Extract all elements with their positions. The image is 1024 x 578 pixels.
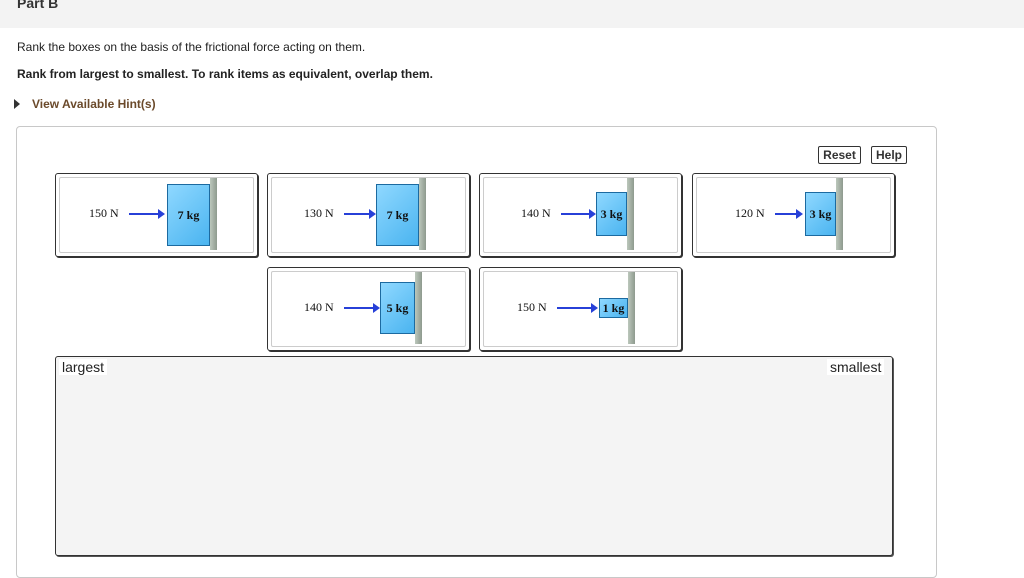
mass-label: 7 kg [386,208,409,222]
applied-force-label: 130 N [304,206,334,220]
mass-label: 1 kg [602,301,625,315]
applied-force-label: 140 N [521,206,551,220]
mass-box: 5 kg [380,282,415,334]
card-inner [696,177,891,253]
rank-item-card[interactable]: 130 N 7 kg [267,173,470,257]
rank-item-card[interactable]: 120 N 3 kg [692,173,895,257]
force-arrow-icon [557,303,598,313]
view-hints-label: View Available Hint(s) [32,97,156,111]
reset-button[interactable]: Reset [818,146,861,164]
force-arrow-icon [344,303,380,313]
expand-triangle-icon [14,99,20,109]
mass-label: 3 kg [809,207,832,221]
rank-item-card[interactable]: 140 N 3 kg [479,173,682,257]
help-button[interactable]: Help [871,146,907,164]
part-title: Part B [17,0,59,11]
applied-force-label: 150 N [89,206,119,220]
applied-force-label: 150 N [517,300,547,314]
smallest-label: smallest [827,359,885,375]
force-arrow-icon [561,209,596,219]
wall [628,272,635,344]
card-inner [271,271,466,347]
mass-box: 1 kg [599,298,628,318]
wall [415,272,422,344]
question-prompt: Rank the boxes on the basis of the frict… [17,40,366,54]
mass-label: 5 kg [386,301,409,315]
rank-item-card[interactable]: 150 N 7 kg [55,173,258,257]
applied-force-label: 140 N [304,300,334,314]
wall [627,178,634,250]
force-arrow-icon [344,209,376,219]
mass-box: 7 kg [376,184,419,246]
applied-force-label: 120 N [735,206,765,220]
mass-box: 3 kg [596,192,627,236]
force-arrow-icon [775,209,803,219]
card-inner [483,177,678,253]
force-arrow-icon [129,209,165,219]
card-inner [483,271,678,347]
view-hints-link[interactable]: View Available Hint(s) [14,97,156,111]
mass-label: 3 kg [600,207,623,221]
rank-item-card[interactable]: 140 N 5 kg [267,267,470,351]
part-header-bar: Part B [0,0,1024,28]
wall [419,178,426,250]
largest-label: largest [59,359,108,375]
wall [836,178,843,250]
mass-label: 7 kg [177,208,200,222]
rank-item-card[interactable]: 150 N 1 kg [479,267,682,351]
ranking-instructions: Rank from largest to smallest. To rank i… [17,67,433,81]
wall [210,178,217,250]
mass-box: 7 kg [167,184,210,246]
ranking-drop-zone[interactable] [55,356,893,556]
mass-box: 3 kg [805,192,836,236]
